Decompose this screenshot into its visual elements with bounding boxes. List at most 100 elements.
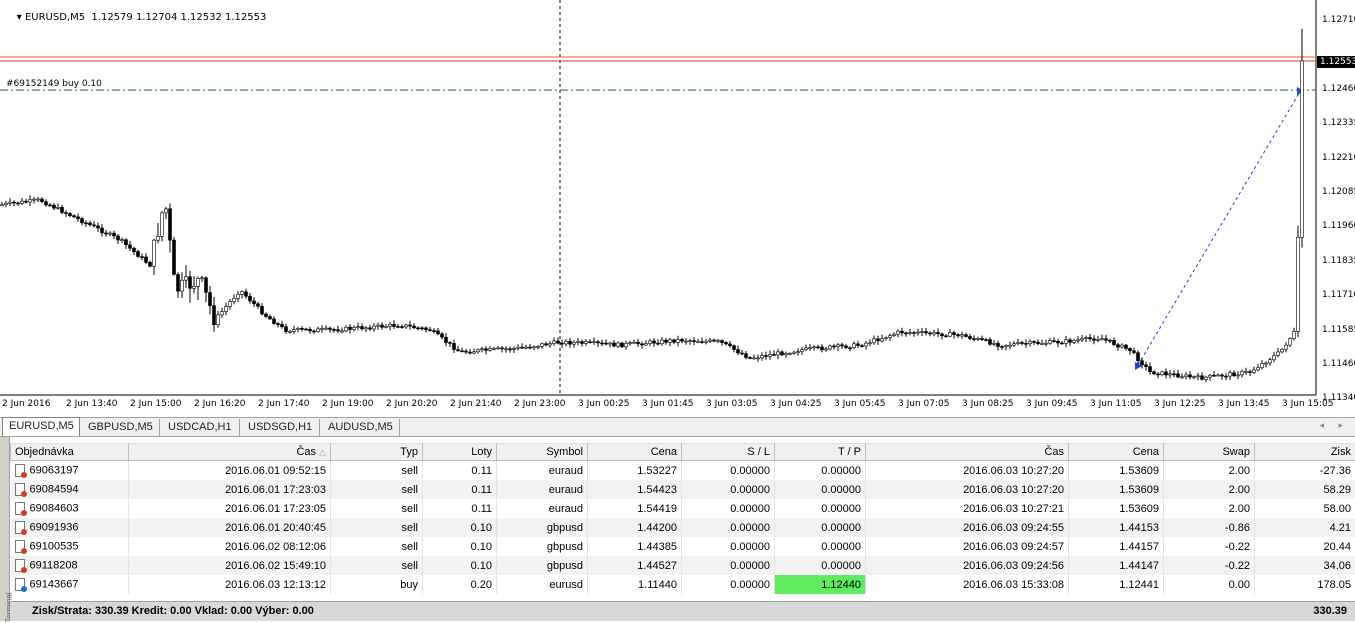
candle-body (961, 335, 964, 336)
candle-body (129, 245, 132, 248)
table-row[interactable]: 69084603 2016.06.01 17:23:05 sell 0.11 e… (11, 499, 1355, 518)
candle-body (1129, 348, 1132, 350)
tab-usdcad-h1[interactable]: USDCAD,H1 (162, 419, 240, 436)
candle-body (513, 348, 516, 349)
table-row[interactable]: 69091936 2016.06.01 20:40:45 sell 0.10 g… (11, 518, 1355, 537)
candle-body (1265, 363, 1268, 364)
column-header-lots[interactable]: Loty (423, 444, 497, 461)
candle-body (469, 352, 472, 353)
cell-tp: 0.00000 (775, 480, 866, 499)
terminal-side-strip[interactable]: Terminal (0, 437, 10, 621)
candle-body (153, 240, 156, 266)
candle-body (609, 343, 612, 344)
candle-body (337, 330, 340, 331)
table-row[interactable]: 69118208 2016.06.02 15:49:10 sell 0.10 g… (11, 556, 1355, 575)
time-tick-label: 2 Jun 13:40 (66, 399, 117, 409)
column-header-profit[interactable]: Zisk (1255, 444, 1355, 461)
cell-type: sell (331, 518, 423, 537)
cell-close-price: 1.44147 (1069, 556, 1164, 575)
candle-body (525, 347, 528, 348)
table-row[interactable]: 69063197 2016.06.01 09:52:15 sell 0.11 e… (11, 461, 1355, 481)
candle-body (69, 213, 72, 215)
candle-body (1301, 61, 1304, 238)
candle-body (657, 343, 660, 344)
order-number: 69091936 (30, 521, 79, 533)
candle-body (613, 343, 616, 346)
candle-body (1189, 375, 1192, 377)
candle-body (1257, 368, 1260, 370)
candle-body (1097, 339, 1100, 340)
column-header-sl[interactable]: S / L (682, 444, 775, 461)
candle-body (373, 326, 376, 329)
candle-body (1285, 345, 1288, 349)
column-header-close-price[interactable]: Cena (1069, 444, 1164, 461)
chart-menu-arrow-icon[interactable]: ▾ (17, 12, 22, 23)
candle-body (901, 331, 904, 333)
candle-body (765, 356, 768, 357)
column-header-tp[interactable]: T / P (775, 444, 866, 461)
candle-body (429, 330, 432, 331)
candle-body (641, 344, 644, 345)
cell-open-time: 2016.06.02 08:12:06 (129, 537, 331, 556)
terminal-panel: Terminal Objednávka Čas △ Typ Loty Symbo… (0, 437, 1355, 621)
cell-close-price: 1.44153 (1069, 518, 1164, 537)
candle-body (581, 342, 584, 344)
candle-body (241, 292, 244, 295)
candle-body (877, 339, 880, 341)
candle-body (205, 278, 208, 293)
candle-body (265, 314, 268, 317)
price-chart[interactable]: ▾ EURUSD,M5 1.12579 1.12704 1.12532 1.12… (0, 0, 1355, 417)
candle-body (801, 350, 804, 352)
candle-body (973, 339, 976, 340)
column-header-type[interactable]: Typ (331, 444, 423, 461)
time-tick-label: 2 Jun 15:00 (130, 399, 181, 409)
candle-body (781, 352, 784, 355)
candle-body (105, 233, 108, 234)
cell-symbol: eurusd (497, 575, 588, 594)
tab-scroll-arrows-icon[interactable]: ◂ ▸ (1319, 420, 1349, 431)
candle-body (73, 216, 76, 217)
candle-body (849, 348, 852, 349)
cell-close-time: 2016.06.03 09:24:55 (866, 518, 1069, 537)
candle-body (1229, 373, 1232, 376)
tab-usdsgd-h1[interactable]: USDSGD,H1 (242, 419, 320, 436)
candle-body (1161, 372, 1164, 375)
tab-gbpusd-m5[interactable]: GBPUSD,M5 (82, 419, 160, 436)
candle-body (361, 327, 364, 329)
column-header-open-price[interactable]: Cena (588, 444, 682, 461)
candle-body (237, 294, 240, 298)
column-header-symbol[interactable]: Symbol (497, 444, 588, 461)
candle-body (1153, 372, 1156, 374)
candle-body (1221, 375, 1224, 376)
column-header-order[interactable]: Objednávka (11, 444, 129, 461)
table-row[interactable]: 69100535 2016.06.02 08:12:06 sell 0.10 g… (11, 537, 1355, 556)
candle-body (369, 328, 372, 329)
column-header-open-time[interactable]: Čas △ (129, 444, 331, 461)
cell-symbol: gbpusd (497, 518, 588, 537)
candle-body (841, 345, 844, 346)
table-row[interactable]: 69084594 2016.06.01 17:23:03 sell 0.11 e… (11, 480, 1355, 499)
table-row[interactable]: 69143667 2016.06.03 12:13:12 buy 0.20 eu… (11, 575, 1355, 594)
candle-body (269, 317, 272, 319)
candle-body (681, 339, 684, 341)
time-tick-label: 3 Jun 08:25 (962, 399, 1013, 409)
chart-canvas[interactable] (0, 0, 1355, 417)
candle-body (1029, 342, 1032, 344)
candle-body (805, 348, 808, 350)
candle-body (409, 325, 412, 326)
candle-body (545, 344, 548, 345)
candle-body (909, 333, 912, 334)
tab-audusd-m5[interactable]: AUDUSD,M5 (322, 419, 400, 436)
candle-body (693, 341, 696, 342)
candle-body (349, 327, 352, 329)
column-header-swap[interactable]: Swap (1164, 444, 1255, 461)
cell-swap: 2.00 (1164, 461, 1255, 481)
order-number: 69143667 (30, 578, 79, 590)
column-header-close-time[interactable]: Čas (866, 444, 1069, 461)
chart-symbol-quote: EURUSD,M5 1.12579 1.12704 1.12532 1.1255… (25, 12, 266, 23)
tab-eurusd-m5[interactable]: EURUSD,M5 (2, 417, 80, 436)
price-tick-label: 1.12335 (1322, 118, 1355, 128)
candle-body (25, 201, 28, 202)
candle-body (185, 277, 188, 280)
candle-body (201, 278, 204, 279)
